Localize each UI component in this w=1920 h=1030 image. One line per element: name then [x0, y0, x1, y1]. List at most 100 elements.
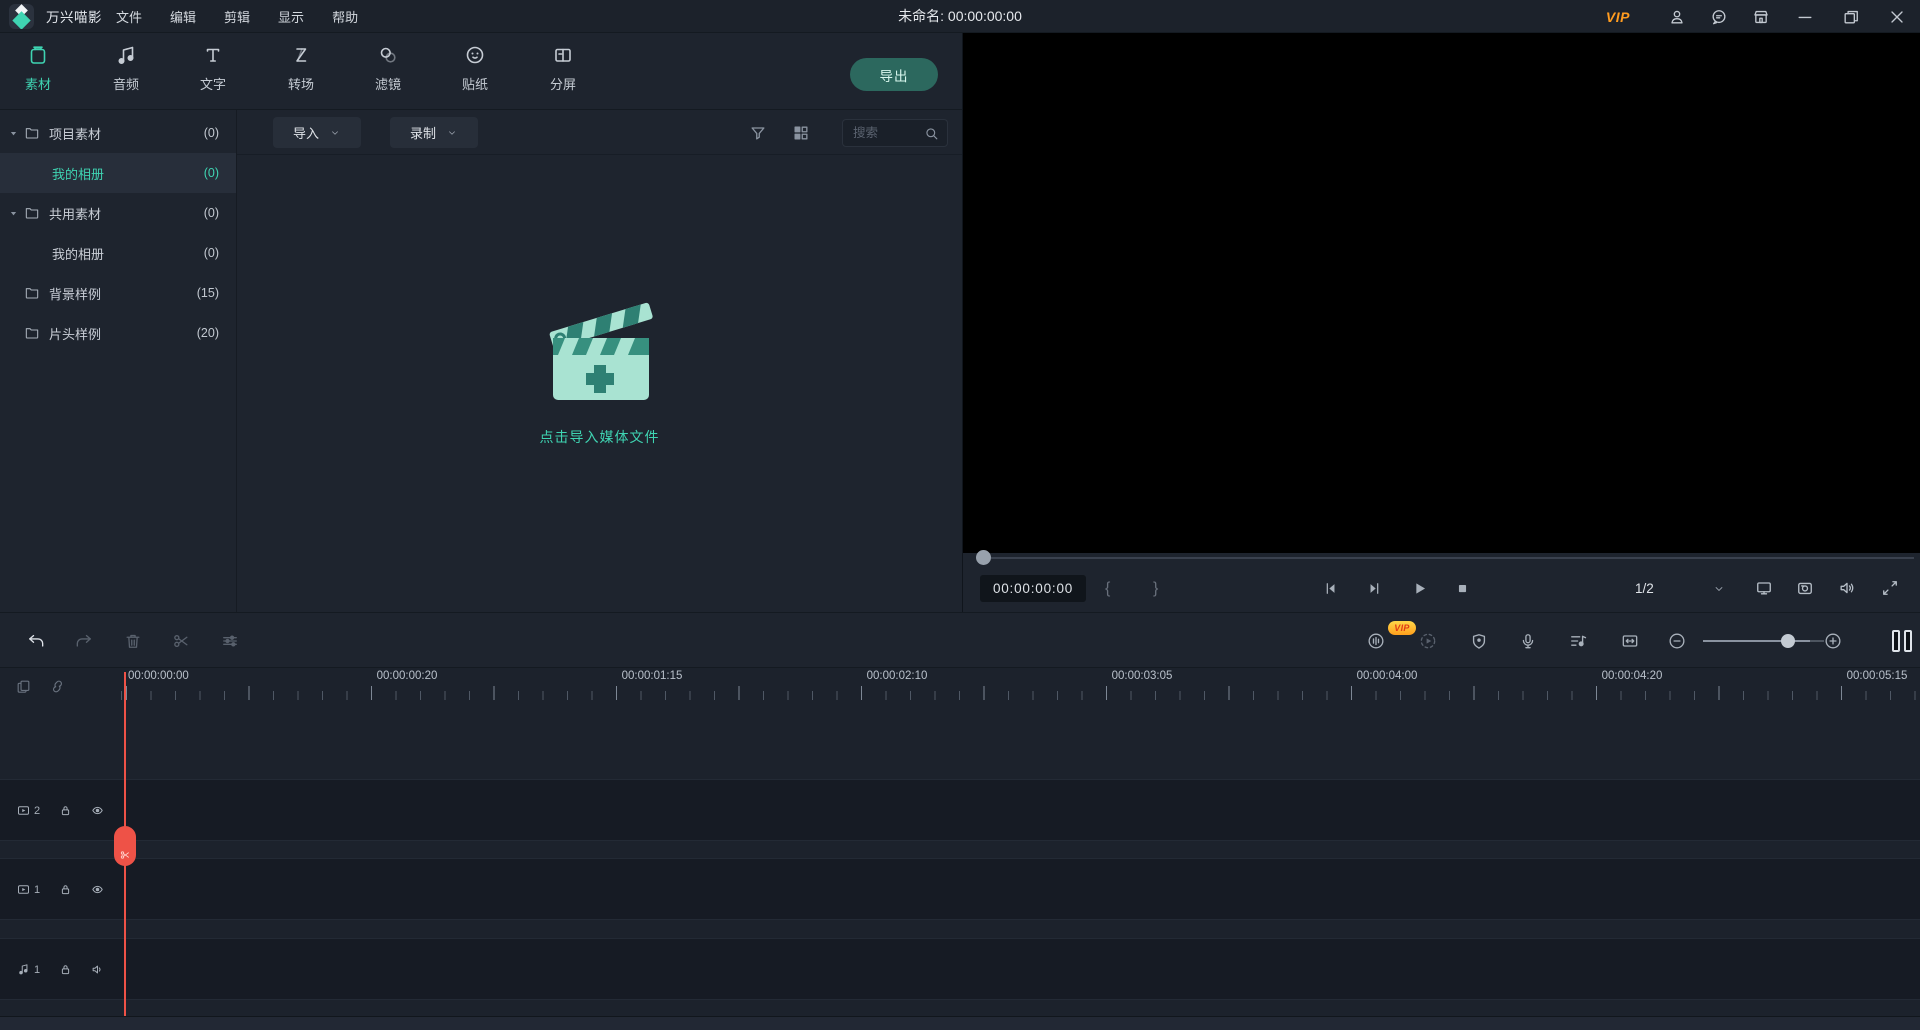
sidebar-item-my-album-shared[interactable]: 我的相册 (0) [0, 233, 236, 273]
previous-frame-button[interactable] [1321, 579, 1340, 598]
redo-button[interactable] [74, 631, 94, 651]
mute-track-icon[interactable] [90, 962, 105, 977]
grid-view-icon[interactable] [791, 123, 811, 143]
marker-button[interactable] [1469, 631, 1489, 651]
split-scissors-button[interactable] [171, 631, 191, 651]
feedback-icon[interactable] [1709, 7, 1729, 27]
lock-track-icon[interactable] [58, 803, 73, 818]
search-input[interactable] [843, 126, 923, 140]
ruler-label: 00:00:04:00 [1357, 670, 1418, 682]
timeline-scrollbar-area[interactable] [0, 1016, 1920, 1030]
sidebar-item-intro-samples[interactable]: 片头样例 (20) [0, 313, 236, 353]
next-frame-button[interactable] [1365, 579, 1384, 598]
record-button[interactable]: 录制 [390, 117, 478, 148]
timeline-zoom-handle[interactable] [1781, 634, 1795, 648]
vip-button[interactable]: VIP [1606, 9, 1630, 25]
export-button[interactable]: 导出 [850, 58, 938, 91]
toggle-visibility-icon[interactable] [90, 882, 105, 897]
adjust-properties-button[interactable] [220, 631, 240, 651]
fullscreen-icon[interactable] [1880, 578, 1900, 598]
display-device-icon[interactable] [1754, 578, 1774, 598]
folder-icon [24, 205, 40, 221]
tab-media[interactable]: 素材 [6, 43, 70, 93]
panel-layout-button[interactable] [1890, 628, 1916, 654]
tab-splitscreen[interactable]: 分屏 [531, 43, 595, 93]
audio-mixer-button[interactable] [1568, 631, 1588, 651]
playhead-grip[interactable] [114, 826, 136, 866]
render-preview-button[interactable] [1418, 631, 1438, 651]
title-bar: 万兴喵影 文件 编辑 剪辑 显示 帮助 未命名: 00:00:00:00 VIP [0, 0, 1920, 33]
store-icon[interactable] [1751, 7, 1771, 27]
app-logo-icon [9, 4, 34, 29]
zoom-in-button[interactable] [1823, 631, 1843, 651]
delete-button[interactable] [123, 631, 143, 651]
vip-feature-badge: VIP [1388, 621, 1416, 635]
folder-icon [24, 285, 40, 301]
sidebar-item-project-media[interactable]: 项目素材 (0) [0, 113, 236, 153]
play-button[interactable] [1410, 579, 1429, 598]
filter-funnel-icon[interactable] [748, 123, 768, 143]
restore-button[interactable] [1841, 7, 1861, 27]
ruler-label: 00:00:00:00 [128, 670, 189, 682]
menu-edit[interactable]: 编辑 [156, 0, 210, 33]
stop-button[interactable] [1453, 579, 1472, 598]
video-track-icon [16, 803, 31, 818]
link-clips-icon[interactable] [49, 678, 66, 695]
sidebar-item-shared-media[interactable]: 共用素材 (0) [0, 193, 236, 233]
menu-file[interactable]: 文件 [102, 0, 156, 33]
undo-button[interactable] [26, 631, 46, 651]
preview-panel: 00:00:00:00 { } 1/2 [963, 33, 1920, 612]
tab-text[interactable]: 文字 [181, 43, 245, 93]
app-name: 万兴喵影 [46, 6, 102, 26]
copy-clip-icon[interactable] [15, 678, 32, 695]
preview-timecode[interactable]: 00:00:00:00 [980, 575, 1086, 602]
folder-icon [24, 325, 40, 341]
menu-help[interactable]: 帮助 [318, 0, 372, 33]
zoom-to-fit-button[interactable] [1620, 631, 1640, 651]
media-toolbar: 导入 录制 [237, 110, 962, 155]
import-clapperboard-icon[interactable] [541, 295, 659, 405]
playback-quality-dropdown[interactable]: 1/2 [1623, 575, 1733, 602]
menu-view[interactable]: 显示 [264, 0, 318, 33]
import-media-hint[interactable]: 点击导入媒体文件 [540, 427, 660, 447]
sidebar-item-my-album-project[interactable]: 我的相册 (0) [0, 153, 236, 193]
track-audio-1[interactable]: 1 [0, 938, 1920, 1000]
timeline-ruler[interactable]: 00:00:00:00 00:00:00:20 00:00:01:15 00:0… [102, 668, 1920, 700]
import-button[interactable]: 导入 [273, 117, 361, 148]
media-library-panel[interactable]: 点击导入媒体文件 [237, 155, 962, 612]
search-icon[interactable] [923, 125, 940, 142]
mark-out-button[interactable]: } [1153, 575, 1158, 602]
video-viewport[interactable] [963, 33, 1920, 553]
lock-track-icon[interactable] [58, 962, 73, 977]
close-button[interactable] [1887, 7, 1907, 27]
seek-bar[interactable] [991, 557, 1914, 559]
tab-sticker[interactable]: 贴纸 [443, 43, 507, 93]
ruler-label: 00:00:04:20 [1602, 670, 1663, 682]
toggle-visibility-icon[interactable] [90, 803, 105, 818]
zoom-out-button[interactable] [1667, 631, 1687, 651]
caret-down-icon[interactable] [9, 209, 18, 218]
menu-clip[interactable]: 剪辑 [210, 0, 264, 33]
media-icon [26, 43, 50, 67]
chevron-down-icon [329, 127, 341, 139]
tab-filter[interactable]: 滤镜 [356, 43, 420, 93]
media-sidebar: 项目素材 (0) 我的相册 (0) 共用素材 (0) 我的相册 (0) 背景样例… [0, 110, 236, 612]
volume-icon[interactable] [1837, 578, 1857, 598]
audio-track-icon [16, 962, 31, 977]
account-icon[interactable] [1667, 7, 1687, 27]
audio-denoise-button[interactable] [1366, 631, 1386, 651]
voiceover-mic-button[interactable] [1518, 631, 1538, 651]
track-video-2[interactable]: 2 [0, 779, 1920, 841]
tab-transition[interactable]: 转场 [269, 43, 333, 93]
ruler-label: 00:00:01:15 [622, 670, 683, 682]
lock-track-icon[interactable] [58, 882, 73, 897]
tab-audio[interactable]: 音频 [94, 43, 158, 93]
track-video-1[interactable]: 1 [0, 858, 1920, 920]
track-number: 1 [34, 884, 40, 896]
snapshot-camera-icon[interactable] [1795, 578, 1815, 598]
caret-down-icon[interactable] [9, 129, 18, 138]
mark-in-button[interactable]: { [1105, 575, 1110, 602]
sidebar-item-background-samples[interactable]: 背景样例 (15) [0, 273, 236, 313]
minimize-button[interactable] [1795, 7, 1815, 27]
seek-handle[interactable] [976, 550, 991, 565]
